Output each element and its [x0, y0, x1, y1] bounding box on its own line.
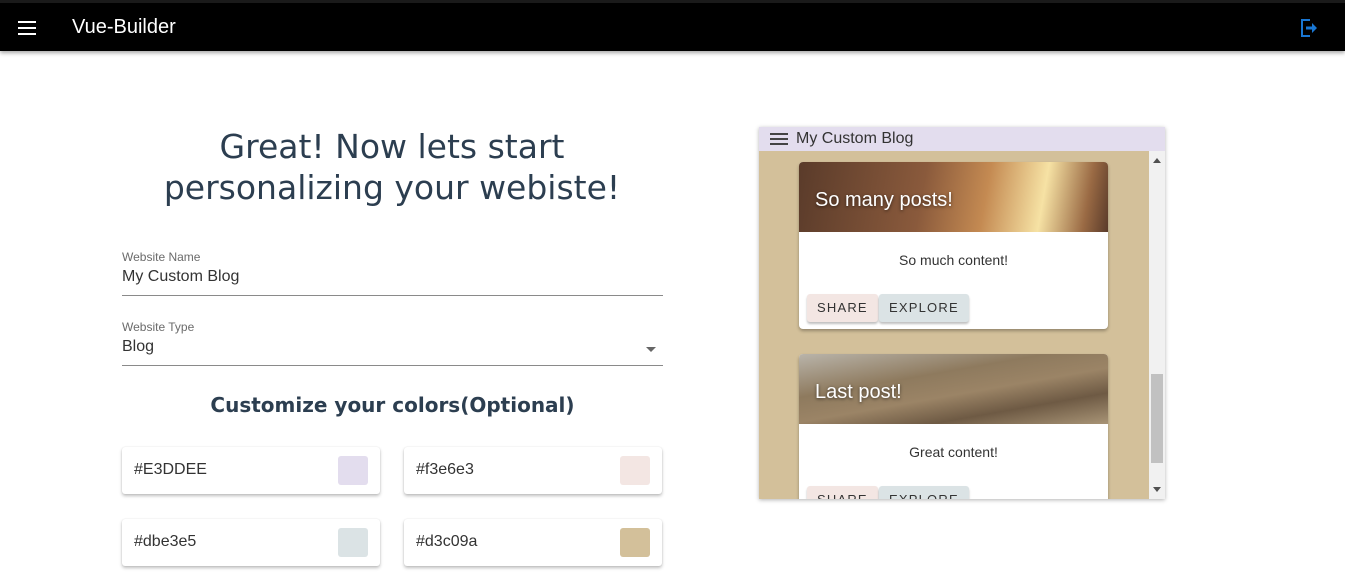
chevron-down-icon[interactable]	[646, 347, 656, 352]
preview-app-bar: My Custom Blog	[759, 127, 1165, 151]
color-swatch[interactable]	[338, 528, 368, 557]
explore-button[interactable]: EXPLORE	[879, 486, 969, 499]
site-preview: My Custom Blog So many posts! So much co…	[759, 127, 1165, 499]
post-title: Last post!	[815, 381, 902, 403]
logout-icon[interactable]	[1297, 16, 1321, 40]
menu-icon[interactable]	[14, 14, 42, 42]
color-swatch[interactable]	[338, 456, 368, 485]
scroll-up-icon[interactable]	[1153, 158, 1161, 163]
post-card: Last post! Great content! SHARE EXPLORE	[799, 354, 1108, 499]
color-hex-value[interactable]: #d3c09a	[416, 533, 477, 551]
share-button[interactable]: SHARE	[807, 294, 878, 322]
color-hex-value[interactable]: #f3e6e3	[416, 461, 474, 479]
website-name-field[interactable]: Website Name My Custom Blog	[122, 250, 663, 296]
website-type-label: Website Type	[122, 320, 195, 334]
post-image: So many posts!	[799, 162, 1108, 232]
website-name-input[interactable]: My Custom Blog	[122, 266, 663, 288]
post-card: So many posts! So much content! SHARE EX…	[799, 162, 1108, 329]
color-picker-primary[interactable]: #E3DDEE	[122, 447, 380, 494]
app-bar: Vue-Builder	[0, 0, 1345, 51]
post-image: Last post!	[799, 354, 1108, 424]
color-hex-value[interactable]: #E3DDEE	[134, 461, 207, 479]
colors-heading: Customize your colors(Optional)	[210, 393, 575, 417]
color-picker-secondary[interactable]: #f3e6e3	[404, 447, 662, 494]
explore-button[interactable]: EXPLORE	[879, 294, 969, 322]
share-button[interactable]: SHARE	[807, 486, 878, 499]
color-swatch[interactable]	[620, 528, 650, 557]
post-text: Great content!	[909, 444, 998, 460]
app-title: Vue-Builder	[72, 16, 176, 38]
preview-scrollbar[interactable]	[1149, 151, 1165, 499]
color-swatch[interactable]	[620, 456, 650, 485]
website-type-select[interactable]: Website Type Blog	[122, 320, 663, 366]
page-heading: Great! Now lets start personalizing your…	[163, 127, 621, 207]
color-picker-background[interactable]: #d3c09a	[404, 519, 662, 566]
color-picker-accent[interactable]: #dbe3e5	[122, 519, 380, 566]
color-hex-value[interactable]: #dbe3e5	[134, 533, 196, 551]
post-text: So much content!	[899, 252, 1008, 268]
website-name-label: Website Name	[122, 250, 201, 264]
menu-icon[interactable]	[770, 133, 790, 147]
scroll-down-icon[interactable]	[1153, 487, 1161, 492]
website-type-value[interactable]: Blog	[122, 336, 663, 358]
preview-title: My Custom Blog	[796, 130, 914, 147]
post-title: So many posts!	[815, 189, 953, 211]
scrollbar-thumb[interactable]	[1151, 374, 1163, 463]
